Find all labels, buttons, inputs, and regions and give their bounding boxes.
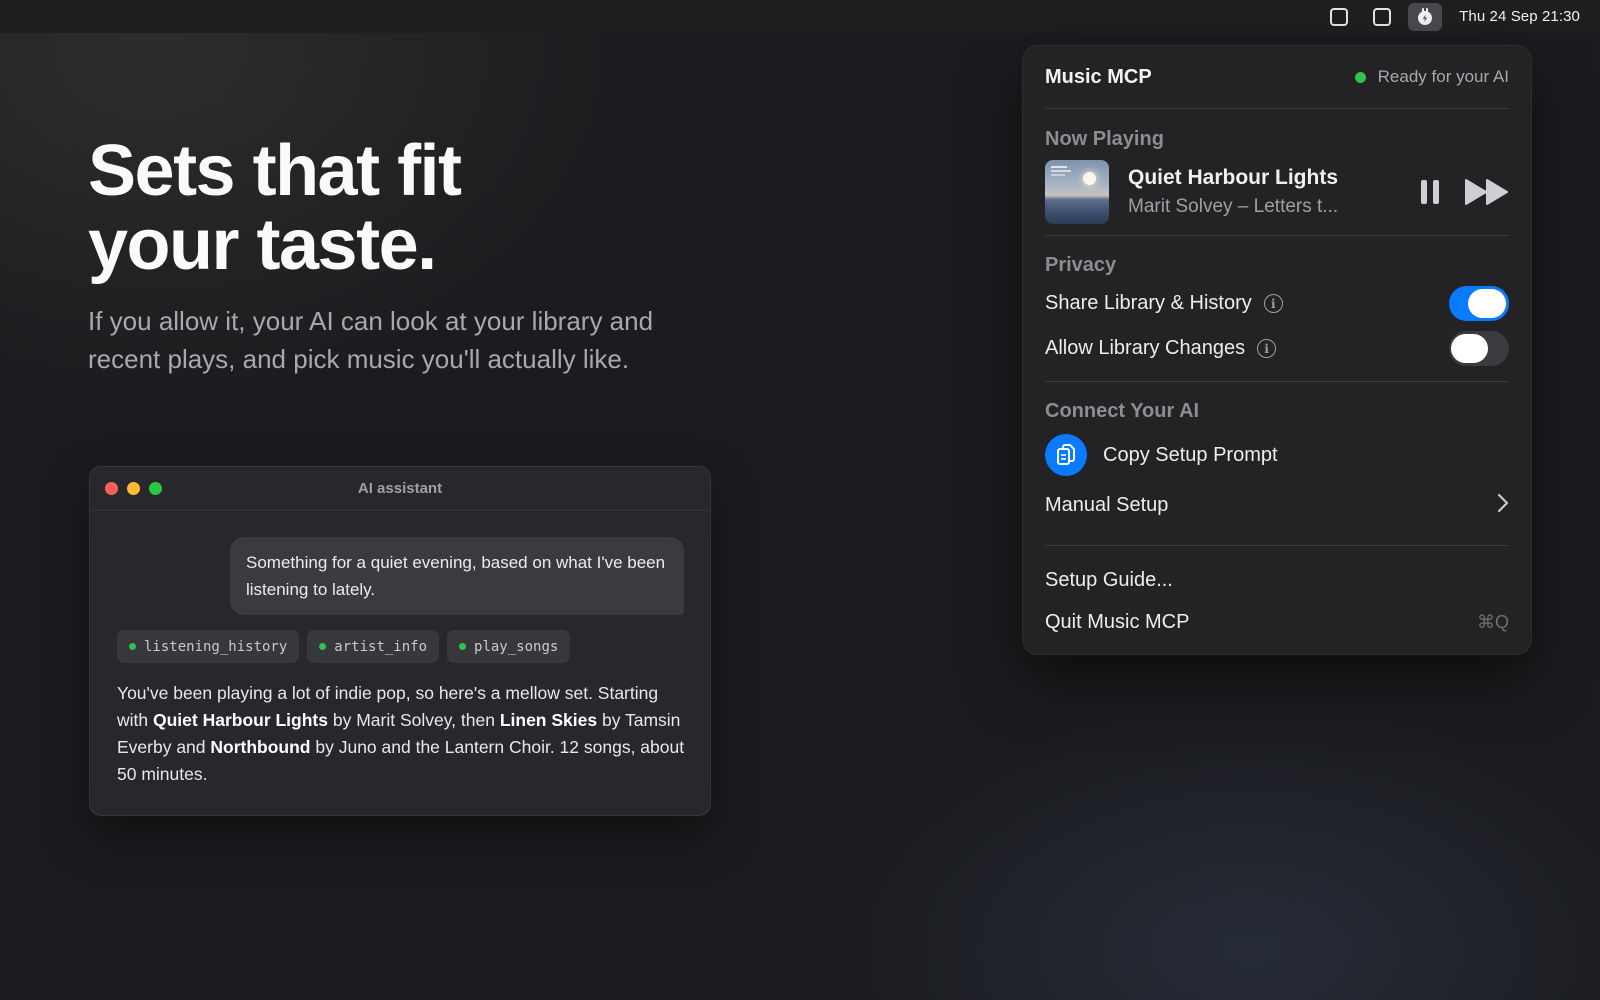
window-icon[interactable] <box>1322 3 1356 31</box>
section-heading: Privacy <box>1045 254 1117 276</box>
privacy-section: Privacy Share Library & History i Allow … <box>1045 236 1509 381</box>
track-info: Quiet Harbour Lights Marit Solvey – Lett… <box>1128 166 1378 218</box>
share-library-row: Share Library & History i <box>1045 281 1509 326</box>
tool-call-chip: artist_info <box>307 630 440 663</box>
reply-text: by Marit Solvey, then <box>327 710 500 730</box>
connect-section: Connect Your AI Copy Setup Prompt Manual… <box>1045 382 1509 545</box>
tool-call-chip: play_songs <box>447 630 571 663</box>
window-icon[interactable] <box>1365 3 1399 31</box>
menu-bar: Thu 24 Sep 21:30 <box>0 0 1600 33</box>
footer-section: Setup Guide... Quit Music MCP ⌘Q <box>1045 546 1509 642</box>
track-title: Quiet Harbour Lights <box>1128 166 1338 189</box>
status-text: Ready for your AI <box>1377 67 1509 86</box>
playback-controls <box>1421 178 1509 206</box>
now-playing-section: Now Playing Quiet Harbour Lights Marit S… <box>1045 109 1509 235</box>
hero-title: Sets that fit your taste. <box>88 134 788 282</box>
manual-setup-label: Manual Setup <box>1045 493 1169 516</box>
status-dot <box>459 643 467 650</box>
hero-subtitle: If you allow it, your AI can look at you… <box>88 306 654 374</box>
album-artwork <box>1045 160 1109 224</box>
status-dot <box>319 643 327 650</box>
fast-forward-icon[interactable] <box>1465 178 1509 206</box>
share-library-toggle[interactable] <box>1449 286 1509 321</box>
setup-guide-label: Setup Guide... <box>1045 568 1173 591</box>
tool-call-name: play_songs <box>474 638 559 655</box>
app-title: Music MCP <box>1045 65 1152 88</box>
hero-title-line: your taste. <box>88 205 437 285</box>
setup-guide-item[interactable]: Setup Guide... <box>1045 560 1509 600</box>
tool-call-name: listening_history <box>144 638 288 655</box>
assistant-reply: You've been playing a lot of indie pop, … <box>117 680 687 788</box>
user-message: Something for a quiet evening, based on … <box>230 537 684 615</box>
info-icon[interactable]: i <box>1263 294 1283 313</box>
plug-icon[interactable] <box>1408 2 1443 31</box>
window-titlebar: AI assistant <box>90 467 710 511</box>
tool-calls: listening_history artist_info play_songs <box>117 630 571 663</box>
popover-header: Music MCP Ready for your AI <box>1045 46 1509 108</box>
track-artist-album: Marit Solvey – Letters t... <box>1128 196 1339 217</box>
music-mcp-popover: Music MCP Ready for your AI Now Playing … <box>1022 45 1532 655</box>
quit-item[interactable]: Quit Music MCP ⌘Q <box>1045 602 1509 642</box>
copy-setup-prompt-button[interactable]: Copy Setup Prompt <box>1045 432 1509 478</box>
hero-title-line: Sets that fit <box>88 131 462 211</box>
section-heading: Connect Your AI <box>1045 400 1200 422</box>
now-playing-row: Quiet Harbour Lights Marit Solvey – Lett… <box>1045 160 1509 224</box>
window-title: AI assistant <box>357 480 443 497</box>
section-heading: Now Playing <box>1045 128 1164 150</box>
keyboard-shortcut: ⌘Q <box>1476 611 1509 632</box>
share-library-label: Share Library & History <box>1045 292 1252 314</box>
copy-icon <box>1045 434 1087 476</box>
chevron-right-icon <box>1497 493 1509 518</box>
manual-setup-item[interactable]: Manual Setup <box>1045 485 1509 525</box>
allow-changes-label: Allow Library Changes <box>1045 337 1246 359</box>
tool-call-name: artist_info <box>334 638 428 655</box>
menu-bar-clock[interactable]: Thu 24 Sep 21:30 <box>1459 8 1580 25</box>
info-icon[interactable]: i <box>1257 339 1277 358</box>
ai-assistant-window: AI assistant Something for a quiet eveni… <box>89 466 711 816</box>
tool-call-chip: listening_history <box>117 630 300 663</box>
reply-track-title: Northbound <box>210 737 311 757</box>
allow-changes-toggle[interactable] <box>1449 331 1509 366</box>
copy-setup-prompt-label: Copy Setup Prompt <box>1103 443 1278 466</box>
pause-icon[interactable] <box>1421 180 1439 204</box>
reply-track-title: Quiet Harbour Lights <box>152 710 328 730</box>
quit-label: Quit Music MCP <box>1045 610 1190 633</box>
allow-changes-row: Allow Library Changes i <box>1045 326 1509 371</box>
connection-status: Ready for your AI <box>1354 67 1509 87</box>
status-dot <box>129 643 136 650</box>
reply-track-title: Linen Skies <box>499 710 598 730</box>
status-dot <box>1354 71 1366 83</box>
